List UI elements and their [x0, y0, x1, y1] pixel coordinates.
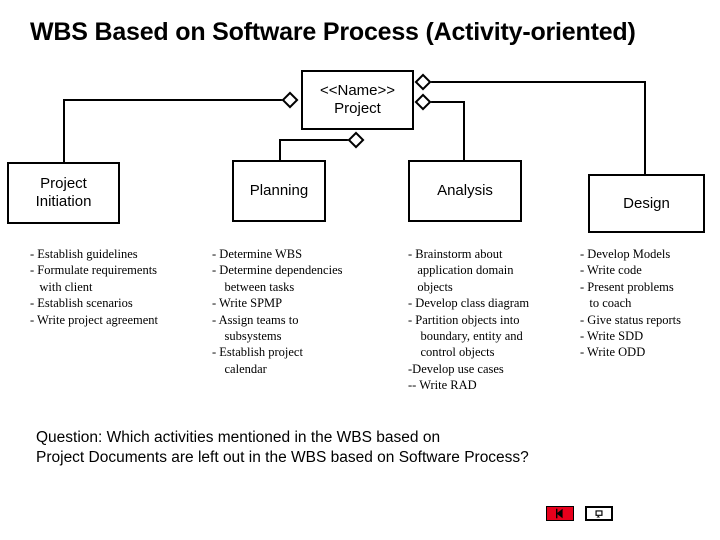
activity-item: - Develop Models [580, 247, 671, 261]
connector-root-to-initiation-horizontal [63, 99, 291, 101]
activity-item: between tasks [212, 279, 295, 294]
activity-list-design: - Develop Models - Write code - Present pr… [580, 246, 681, 361]
activity-item: with client [30, 279, 93, 294]
activity-item: - Determine WBS [212, 247, 303, 261]
diagram-node-project-initiation-line2: Initiation [35, 193, 92, 210]
previous-arrow-icon [556, 508, 563, 519]
aggregation-diamond-left [281, 91, 299, 109]
action-button-group [546, 506, 613, 521]
activity-item: - Assign teams to [212, 312, 299, 327]
activity-item: -- Write RAD [408, 378, 477, 393]
diagram-node-analysis-label: Analysis [437, 182, 493, 199]
activity-item: - Write SDD [580, 329, 644, 344]
diagram-node-project-root-label: Project [334, 100, 381, 117]
activity-list-analysis: - Brainstorm about application domain ob… [408, 246, 529, 394]
activity-item: - Write SPMP [212, 296, 283, 311]
activity-item: - Develop class diagram [408, 296, 530, 311]
activity-item: to coach [580, 296, 632, 311]
connector-root-to-analysis-vertical [463, 101, 465, 162]
activity-item: - Formulate requirements [30, 263, 158, 278]
page-title: WBS Based on Software Process (Activity-… [30, 18, 636, 46]
connector-root-to-design-vertical [644, 81, 646, 176]
diagram-node-analysis[interactable]: Analysis [408, 160, 522, 222]
activity-item: - Determine dependencies [212, 263, 343, 278]
diagram-node-design[interactable]: Design [588, 174, 705, 233]
activity-item: boundary, entity and [408, 329, 523, 344]
activity-item: - Present problems [580, 279, 674, 294]
activity-list-planning: - Determine WBS - Determine dependencies … [212, 246, 343, 377]
activity-list-project-initiation: - Establish guidelines - Formulate requir… [30, 246, 158, 328]
return-arrow-icon [595, 510, 603, 518]
diagram-node-project-root[interactable]: <<Name>> Project [301, 70, 414, 130]
question-block: Question: Which activities mentioned in … [36, 428, 696, 468]
previous-slide-action-button[interactable] [546, 506, 574, 521]
activity-item: - Give status reports [580, 312, 682, 327]
aggregation-diamond-right-upper [414, 73, 432, 91]
activity-item: calendar [212, 361, 267, 376]
aggregation-diamond-bottom [347, 131, 365, 149]
slide-canvas: WBS Based on Software Process (Activity-… [0, 0, 720, 540]
activity-item: - Establish scenarios [30, 296, 133, 311]
activity-item: application domain [408, 263, 514, 278]
diagram-node-planning-label: Planning [249, 182, 309, 199]
activity-item: - Write project agreement [30, 312, 159, 327]
activity-item: - Write ODD [580, 345, 646, 360]
activity-item: - Brainstorm about [408, 247, 503, 261]
activity-item: - Write code [580, 263, 642, 278]
activity-item: objects [408, 279, 453, 294]
diagram-node-project-initiation[interactable]: Project Initiation [7, 162, 120, 224]
aggregation-diamond-right-lower [414, 93, 432, 111]
question-line-1: Question: Which activities mentioned in … [36, 429, 441, 446]
diagram-node-design-label: Design [623, 194, 670, 212]
activity-item: -Develop use cases [408, 361, 504, 376]
diagram-node-project-root-name: <<Name>> [319, 82, 396, 99]
connector-root-to-design-horizontal [424, 81, 646, 83]
connector-root-to-planning-horizontal [279, 139, 357, 141]
activity-item: - Partition objects into [408, 312, 520, 327]
return-action-button[interactable] [585, 506, 613, 521]
activity-item: - Establish guidelines [30, 247, 138, 261]
connector-root-to-initiation-vertical [63, 99, 65, 164]
activity-item: - Establish project [212, 345, 303, 360]
activity-item: control objects [408, 345, 495, 360]
question-line-2: Project Documents are left out in the WB… [36, 449, 529, 466]
diagram-node-project-initiation-line1: Project [40, 175, 87, 192]
connector-root-to-planning-vertical [279, 139, 281, 162]
activity-item: subsystems [212, 329, 282, 344]
diagram-node-planning[interactable]: Planning [232, 160, 326, 222]
